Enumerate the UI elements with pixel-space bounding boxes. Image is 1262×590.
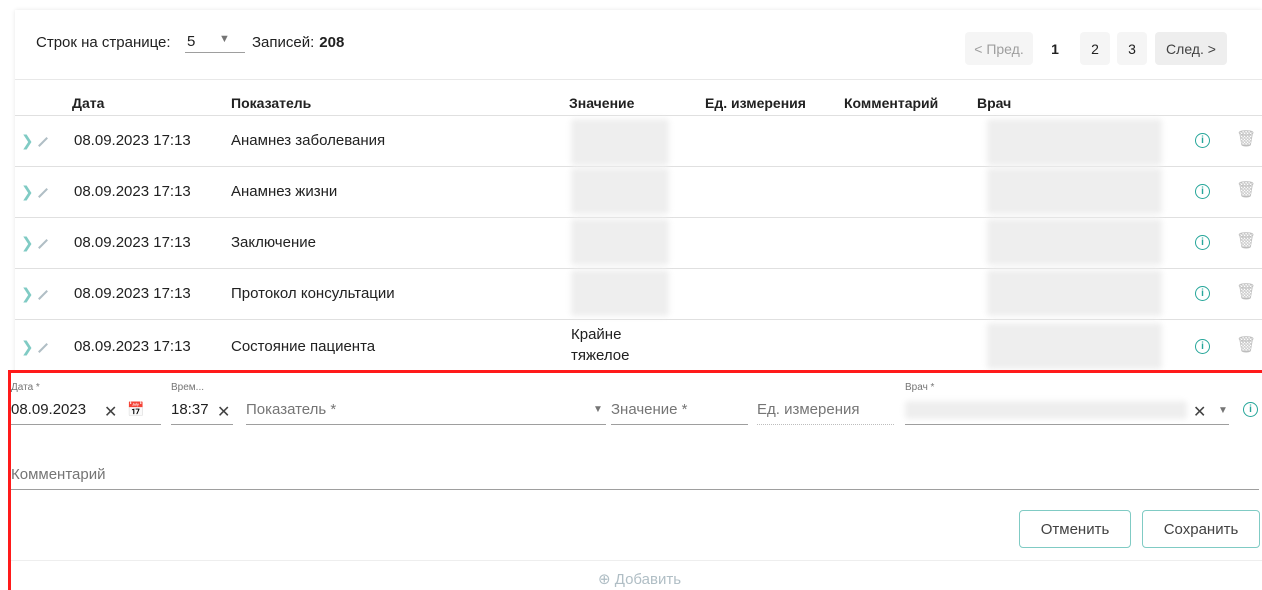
table-row[interactable]: ❯ 08.09.2023 17:13 Анамнез заболевания i… <box>15 115 1262 167</box>
redacted-doctor <box>987 323 1162 369</box>
unit-underline <box>757 424 894 425</box>
info-icon[interactable]: i <box>1195 286 1210 301</box>
add-record-form: Дата * 08.09.2023 ✕ 📅 Врем... 18:37 ✕ По… <box>8 370 1262 590</box>
redacted-doctor <box>987 168 1162 214</box>
info-icon[interactable]: i <box>1243 402 1258 417</box>
table-toolbar: Строк на странице: 5 ▼ Записей: 208 <box>15 10 1262 80</box>
trash-icon[interactable]: 🗑 <box>1236 335 1256 355</box>
value-underline <box>611 424 748 425</box>
edit-pencil-icon[interactable] <box>38 188 48 198</box>
trash-icon[interactable]: 🗑 <box>1236 129 1256 149</box>
add-button-label: Добавить <box>614 571 682 588</box>
indicator-underline <box>246 424 606 425</box>
row-date: 08.09.2023 17:13 <box>74 285 191 302</box>
row-date: 08.09.2023 17:13 <box>74 183 191 200</box>
col-doctor[interactable]: Врач <box>977 95 1011 111</box>
col-comment[interactable]: Комментарий <box>844 95 938 111</box>
row-indicator: Протокол консультации <box>231 285 395 302</box>
row-value-line2: тяжелое <box>571 347 630 364</box>
col-date[interactable]: Дата <box>72 95 104 111</box>
records-label-text: Записей: <box>252 34 315 51</box>
add-divider <box>11 560 1262 561</box>
table-row[interactable]: ❯ 08.09.2023 17:13 Протокол консультации… <box>15 268 1262 320</box>
expand-chevron-icon[interactable]: ❯ <box>21 285 34 303</box>
next-page-button[interactable]: След. > <box>1155 32 1227 65</box>
doctor-select-value[interactable] <box>905 401 1187 419</box>
plus-circle-icon: ⊕ <box>598 571 615 588</box>
info-icon[interactable]: i <box>1195 339 1210 354</box>
comment-input[interactable]: Комментарий <box>11 466 105 483</box>
indicator-select[interactable]: Показатель * <box>246 401 336 418</box>
records-label: Записей: 208 <box>252 34 344 51</box>
trash-icon[interactable]: 🗑 <box>1236 282 1256 302</box>
edit-pencil-icon[interactable] <box>38 343 48 353</box>
redacted-value <box>571 270 669 316</box>
time-input[interactable]: 18:37 <box>171 401 209 418</box>
cancel-button[interactable]: Отменить <box>1019 510 1131 548</box>
trash-icon[interactable]: 🗑 <box>1236 231 1256 251</box>
records-count: 208 <box>319 34 345 51</box>
row-value-line1: Крайне <box>571 326 622 343</box>
comment-underline <box>11 489 1259 490</box>
redacted-doctor <box>987 219 1162 265</box>
row-indicator: Заключение <box>231 234 316 251</box>
edit-pencil-icon[interactable] <box>38 137 48 147</box>
info-icon[interactable]: i <box>1195 184 1210 199</box>
date-underline <box>11 424 161 425</box>
unit-input[interactable]: Ед. измерения <box>757 401 859 418</box>
edit-pencil-icon[interactable] <box>38 239 48 249</box>
save-button[interactable]: Сохранить <box>1142 510 1260 548</box>
table-row[interactable]: ❯ 08.09.2023 17:13 Заключение i 🗑 <box>15 217 1262 269</box>
page-3-button[interactable]: 3 <box>1117 32 1147 65</box>
clear-time-icon[interactable]: ✕ <box>217 402 230 422</box>
row-indicator: Состояние пациента <box>231 338 376 355</box>
chevron-down-icon[interactable]: ▼ <box>1218 405 1228 416</box>
col-indicator[interactable]: Показатель <box>231 95 311 111</box>
value-input[interactable]: Значение * <box>611 401 688 418</box>
col-value[interactable]: Значение <box>569 95 634 111</box>
expand-chevron-icon[interactable]: ❯ <box>21 132 34 150</box>
redacted-doctor <box>987 270 1162 316</box>
expand-chevron-icon[interactable]: ❯ <box>21 183 34 201</box>
date-label: Дата * <box>11 382 40 393</box>
prev-page-button[interactable]: < Пред. <box>965 32 1033 65</box>
time-underline <box>171 424 233 425</box>
doctor-underline <box>905 424 1229 425</box>
expand-chevron-icon[interactable]: ❯ <box>21 234 34 252</box>
date-input[interactable]: 08.09.2023 <box>11 401 86 418</box>
rows-per-page-select[interactable]: 5 ▼ <box>185 30 245 53</box>
time-label: Врем... <box>171 382 205 393</box>
row-date: 08.09.2023 17:13 <box>74 338 191 355</box>
row-indicator: Анамнез заболевания <box>231 132 386 149</box>
table-header <box>15 80 1262 116</box>
clear-doctor-icon[interactable]: ✕ <box>1193 402 1206 422</box>
doctor-label: Врач * <box>905 382 935 393</box>
edit-pencil-icon[interactable] <box>38 290 48 300</box>
clear-date-icon[interactable]: ✕ <box>104 402 117 422</box>
table-row[interactable]: ❯ 08.09.2023 17:13 Анамнез жизни i 🗑 <box>15 166 1262 218</box>
col-unit[interactable]: Ед. измерения <box>705 95 806 111</box>
trash-icon[interactable]: 🗑 <box>1236 180 1256 200</box>
page-1-button[interactable]: 1 <box>1040 32 1070 65</box>
row-indicator: Анамнез жизни <box>231 183 338 200</box>
info-icon[interactable]: i <box>1195 235 1210 250</box>
chevron-down-icon[interactable]: ▼ <box>593 404 603 415</box>
redacted-doctor <box>987 119 1162 165</box>
rows-per-page-value: 5 <box>187 33 196 50</box>
add-button[interactable]: ⊕ Добавить <box>598 570 681 588</box>
redacted-value <box>571 168 669 214</box>
expand-chevron-icon[interactable]: ❯ <box>21 338 34 356</box>
row-date: 08.09.2023 17:13 <box>74 132 191 149</box>
info-icon[interactable]: i <box>1195 133 1210 148</box>
table-row[interactable]: ❯ 08.09.2023 17:13 Состояние пациента Кр… <box>15 319 1262 371</box>
redacted-value <box>571 119 669 165</box>
page-2-button[interactable]: 2 <box>1080 32 1110 65</box>
chevron-down-icon: ▼ <box>219 33 230 45</box>
row-date: 08.09.2023 17:13 <box>74 234 191 251</box>
rows-per-page-label: Строк на странице: <box>36 34 171 51</box>
redacted-value <box>571 219 669 265</box>
calendar-icon[interactable]: 📅 <box>127 401 144 418</box>
